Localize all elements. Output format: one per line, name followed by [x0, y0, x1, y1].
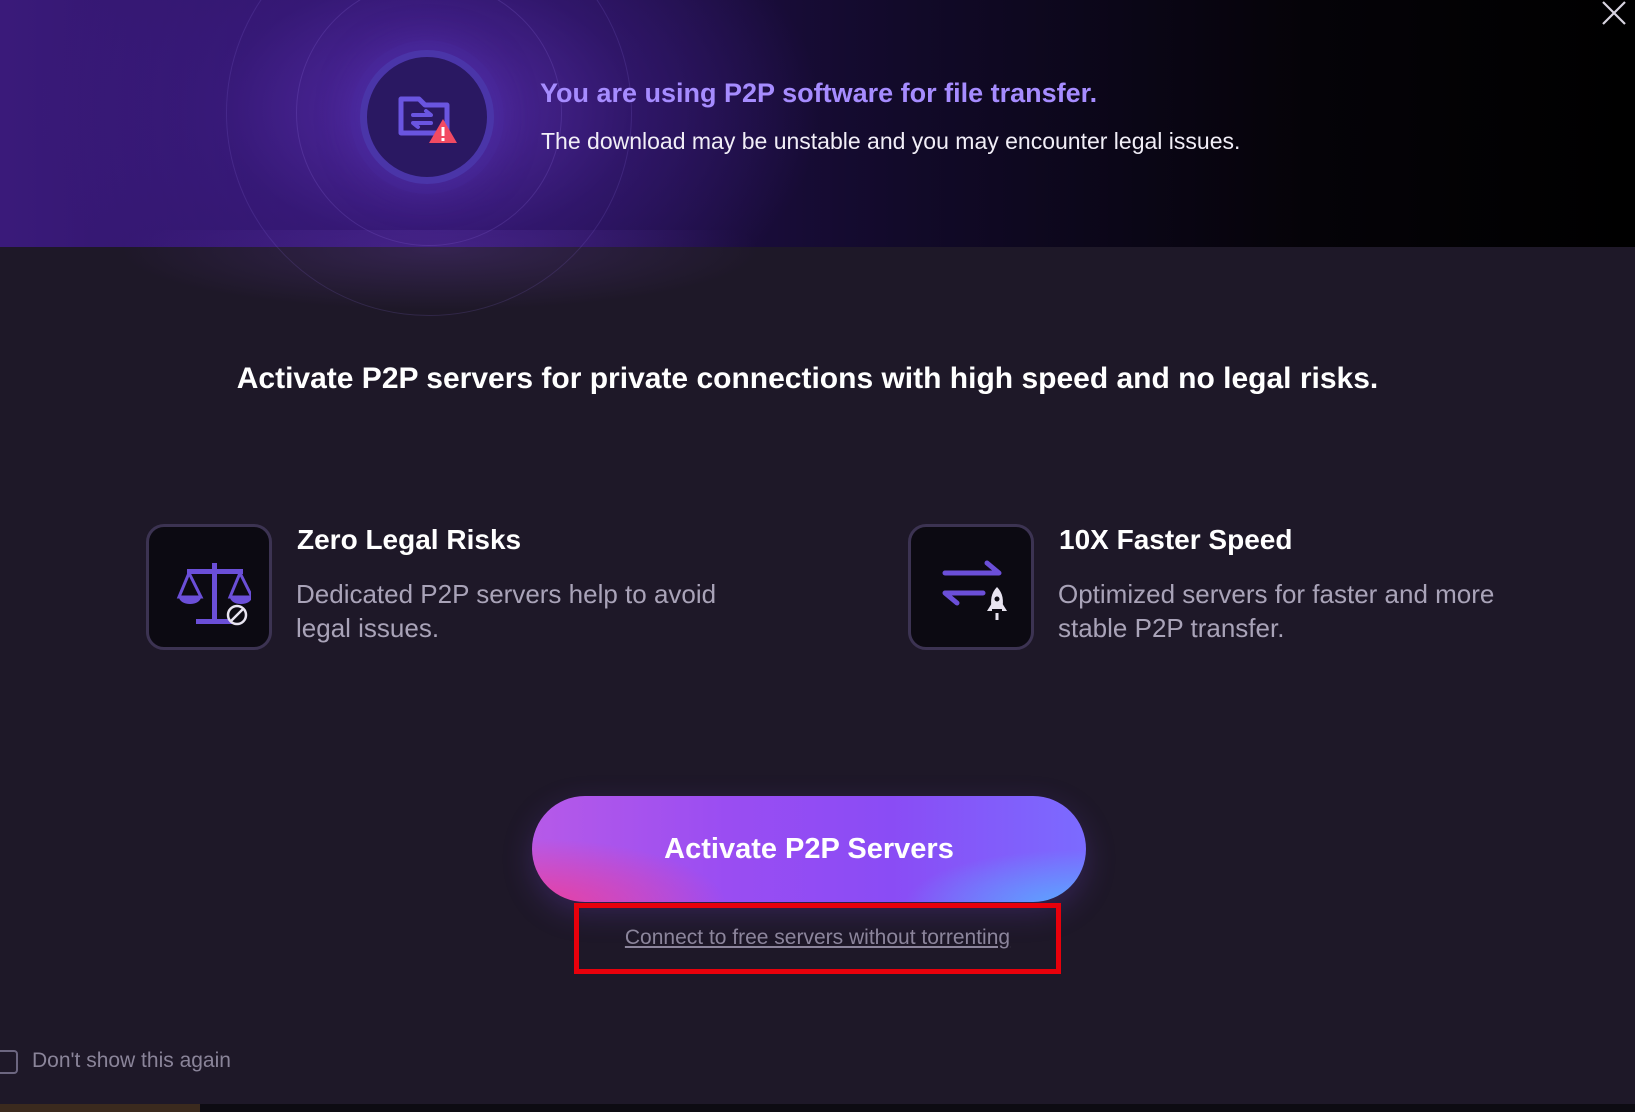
close-button[interactable] [1595, 0, 1629, 28]
close-icon[interactable] [1601, 0, 1627, 26]
scale-blocked-icon [146, 524, 272, 650]
bottom-strip-accent [0, 1104, 200, 1112]
p2p-warning-dialog: You are using P2P software for file tran… [0, 0, 1635, 1112]
feature-title: 10X Faster Speed [1059, 524, 1293, 555]
headline: Activate P2P servers for private connect… [236, 362, 1379, 395]
banner-title: You are using P2P software for file tran… [540, 78, 1098, 108]
dont-show-again-checkbox[interactable] [0, 1050, 18, 1074]
highlight-box: Connect to free servers without torrenti… [574, 903, 1061, 974]
feature-title: Zero Legal Risks [297, 524, 522, 555]
transfer-rocket-icon [908, 524, 1034, 650]
banner-subtitle: The download may be unstable and you may… [541, 128, 1241, 154]
bottom-strip [0, 1104, 1635, 1112]
folder-transfer-warning-icon [360, 50, 494, 184]
feature-description: Dedicated P2P servers help to avoid lega… [296, 579, 717, 643]
activate-p2p-servers-button[interactable]: Activate P2P Servers [532, 796, 1086, 902]
connect-free-servers-link[interactable]: Connect to free servers without torrenti… [579, 926, 1056, 950]
top-banner: You are using P2P software for file tran… [0, 0, 1635, 316]
dont-show-again-label[interactable]: Don't show this again [32, 1049, 231, 1073]
feature-description: Optimized servers for faster and more st… [1058, 579, 1495, 643]
